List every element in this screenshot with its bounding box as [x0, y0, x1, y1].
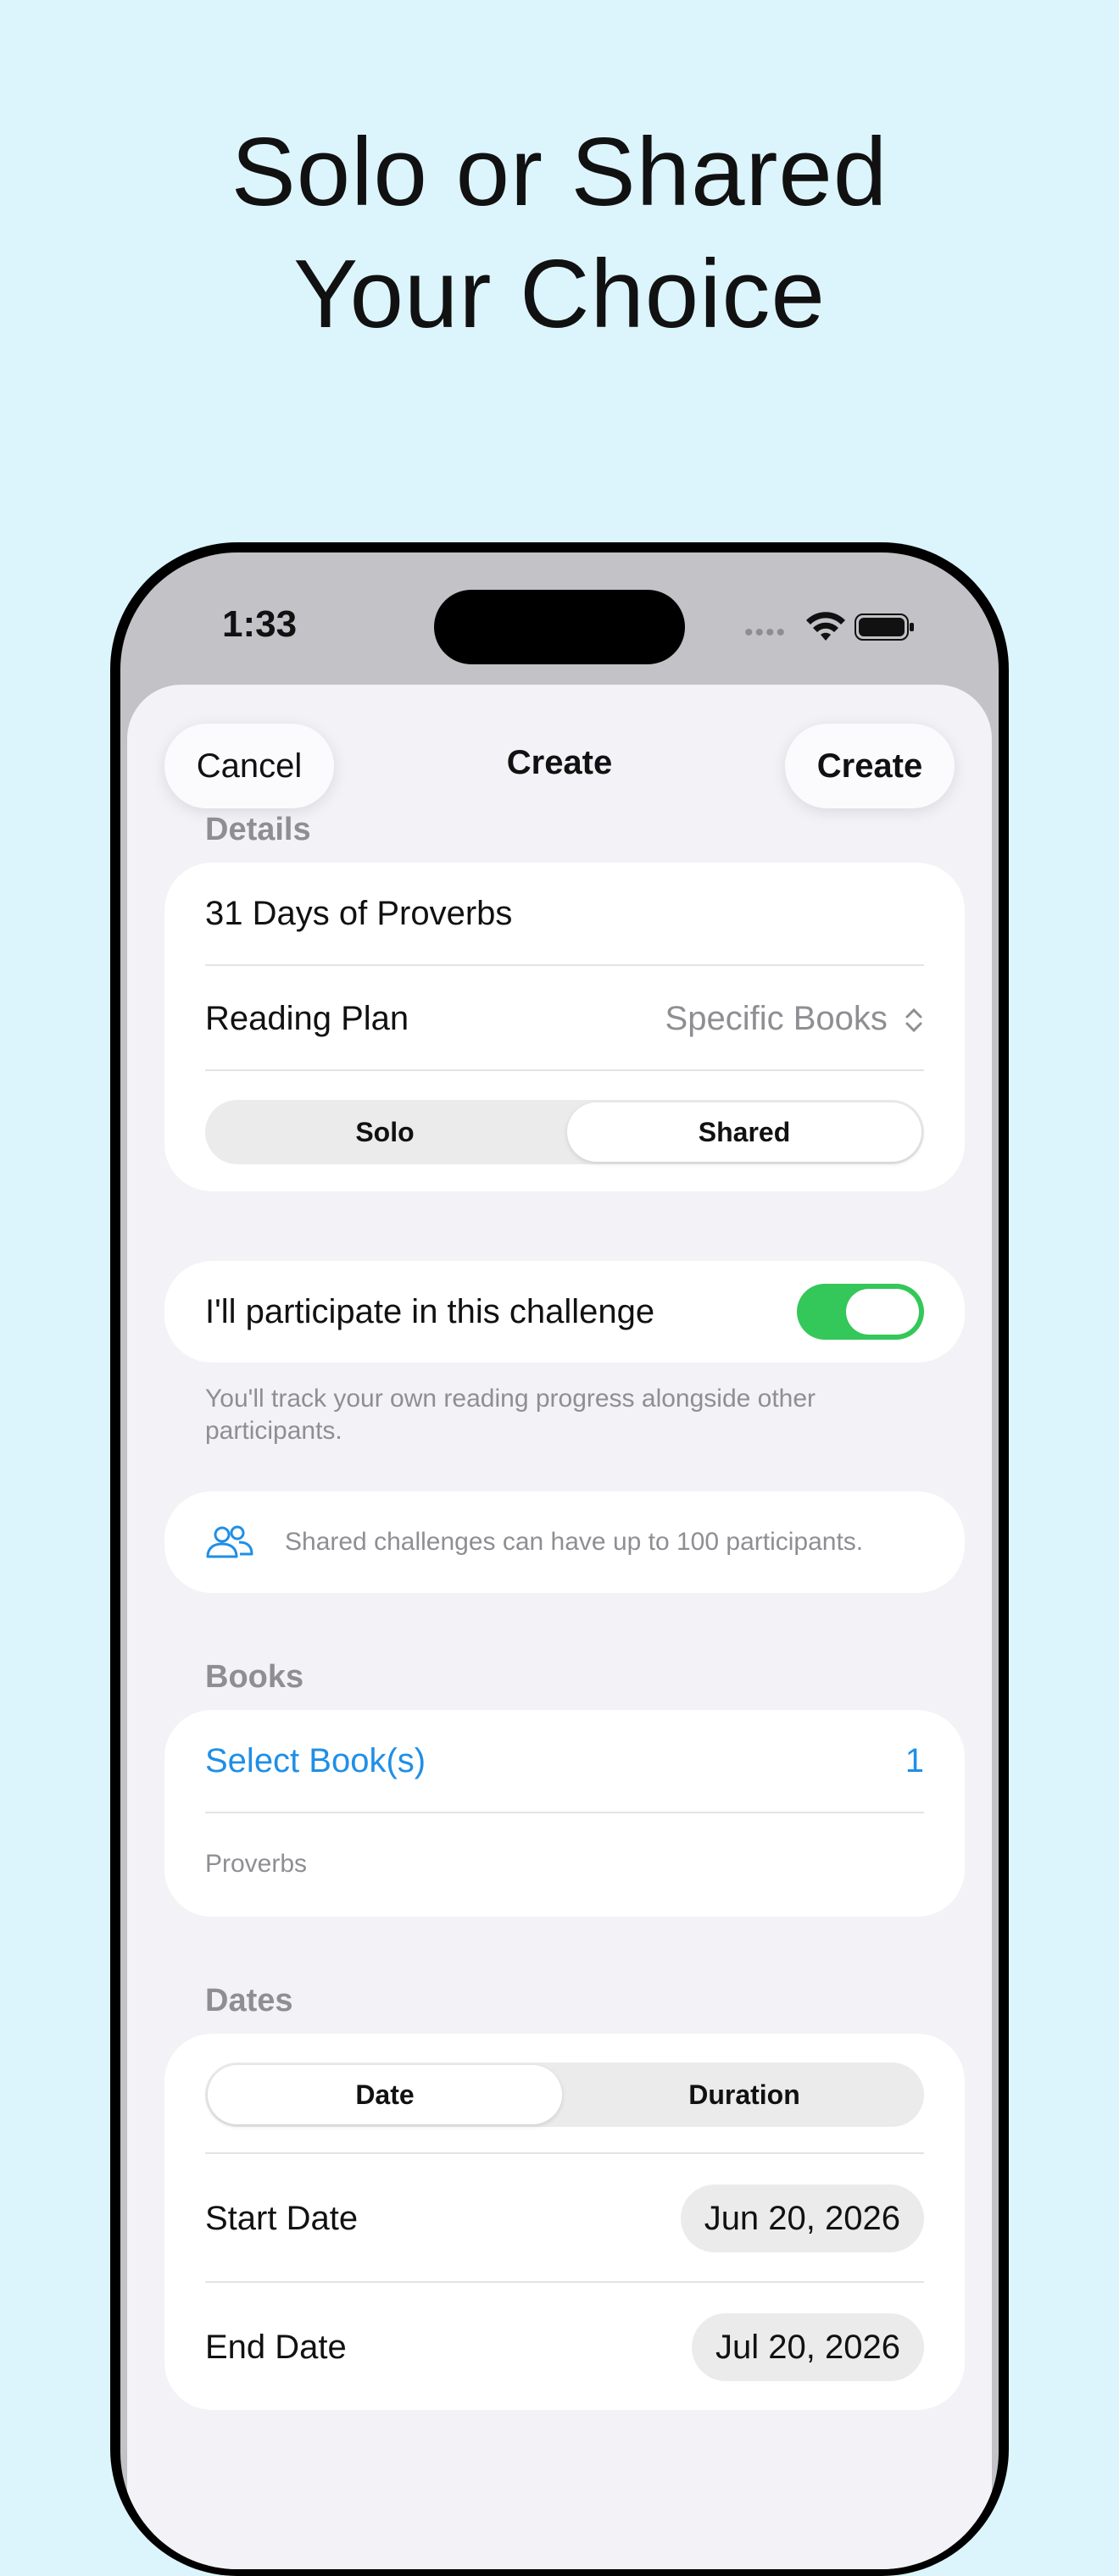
participation-footnote: You'll track your own reading progress a… [205, 1385, 816, 1445]
date-mode-segmented-control: Date Duration [205, 2062, 924, 2127]
reading-plan-row[interactable]: Reading Plan Specific Books [205, 988, 924, 1049]
divider [205, 2152, 924, 2154]
reading-plan-value: Specific Books [665, 999, 888, 1037]
end-date-label: End Date [205, 2328, 347, 2366]
participation-row: I'll participate in this challenge [205, 1261, 924, 1363]
details-card: 31 Days of Proverbs Reading Plan Specifi… [164, 863, 965, 1191]
start-date-row: Start Date Jun 20, 2026 [205, 2159, 924, 2278]
books-card: Select Book(s) 1 Proverbs [164, 1710, 965, 1917]
selected-books-text: Proverbs [205, 1850, 308, 1878]
start-date-picker[interactable]: Jun 20, 2026 [680, 2185, 924, 2252]
divider [205, 964, 924, 966]
up-down-chevron-icon [905, 1008, 922, 1033]
details-section-label: Details [205, 812, 311, 847]
reading-plan-label: Reading Plan [205, 999, 409, 1037]
select-books-row[interactable]: Select Book(s) 1 [205, 1730, 924, 1791]
challenge-name-value: 31 Days of Proverbs [205, 894, 513, 932]
participation-toggle[interactable] [797, 1284, 924, 1340]
create-sheet: Cancel Create Create Details 31 Days of … [127, 685, 992, 2569]
create-button[interactable]: Create [785, 724, 955, 808]
info-banner: Shared challenges can have up to 100 par… [164, 1491, 965, 1593]
status-time: 1:33 [222, 603, 298, 645]
segment-shared[interactable]: Shared [567, 1102, 921, 1162]
end-date-picker[interactable]: Jul 20, 2026 [692, 2313, 924, 2381]
reading-plan-picker[interactable]: Specific Books [665, 1000, 924, 1038]
participation-label: I'll participate in this challenge [205, 1292, 655, 1330]
start-date-label: Start Date [205, 2199, 359, 2237]
info-banner-row: Shared challenges can have up to 100 par… [205, 1491, 924, 1593]
segment-duration[interactable]: Duration [567, 2065, 921, 2124]
headline: Solo or Shared Your Choice [0, 112, 1119, 356]
books-count: 1 [905, 1741, 924, 1779]
dates-section-label: Dates [205, 1983, 293, 2018]
divider [205, 1812, 924, 1813]
selected-books-row: Proverbs [205, 1834, 924, 1895]
info-banner-text: Shared challenges can have up to 100 par… [285, 1528, 864, 1556]
wifi-icon [806, 612, 845, 641]
phone-screen: 1:33 •••• Cancel Create Create Details 3… [120, 552, 999, 2569]
participation-card: I'll participate in this challenge [164, 1261, 965, 1363]
challenge-name-field[interactable]: 31 Days of Proverbs [205, 883, 924, 944]
dates-card: Date Duration Start Date Jun 20, 2026 En… [164, 2034, 965, 2410]
toggle-knob [846, 1289, 919, 1335]
phone-frame: 1:33 •••• Cancel Create Create Details 3… [110, 542, 1009, 2576]
end-date-row: End Date Jul 20, 2026 [205, 2288, 924, 2407]
mode-segmented-control: Solo Shared [205, 1100, 924, 1164]
segment-date[interactable]: Date [208, 2065, 562, 2124]
people-icon [206, 1525, 253, 1558]
books-section-label: Books [205, 1659, 304, 1695]
segment-solo[interactable]: Solo [208, 1102, 562, 1162]
headline-line-1: Solo or Shared [231, 119, 888, 226]
headline-line-2: Your Choice [293, 241, 826, 348]
divider [205, 2281, 924, 2283]
divider [205, 1069, 924, 1071]
select-books-link[interactable]: Select Book(s) [205, 1742, 426, 1780]
dynamic-island [434, 590, 685, 664]
battery-icon [855, 613, 914, 641]
signal-dots-icon: •••• [744, 619, 788, 647]
